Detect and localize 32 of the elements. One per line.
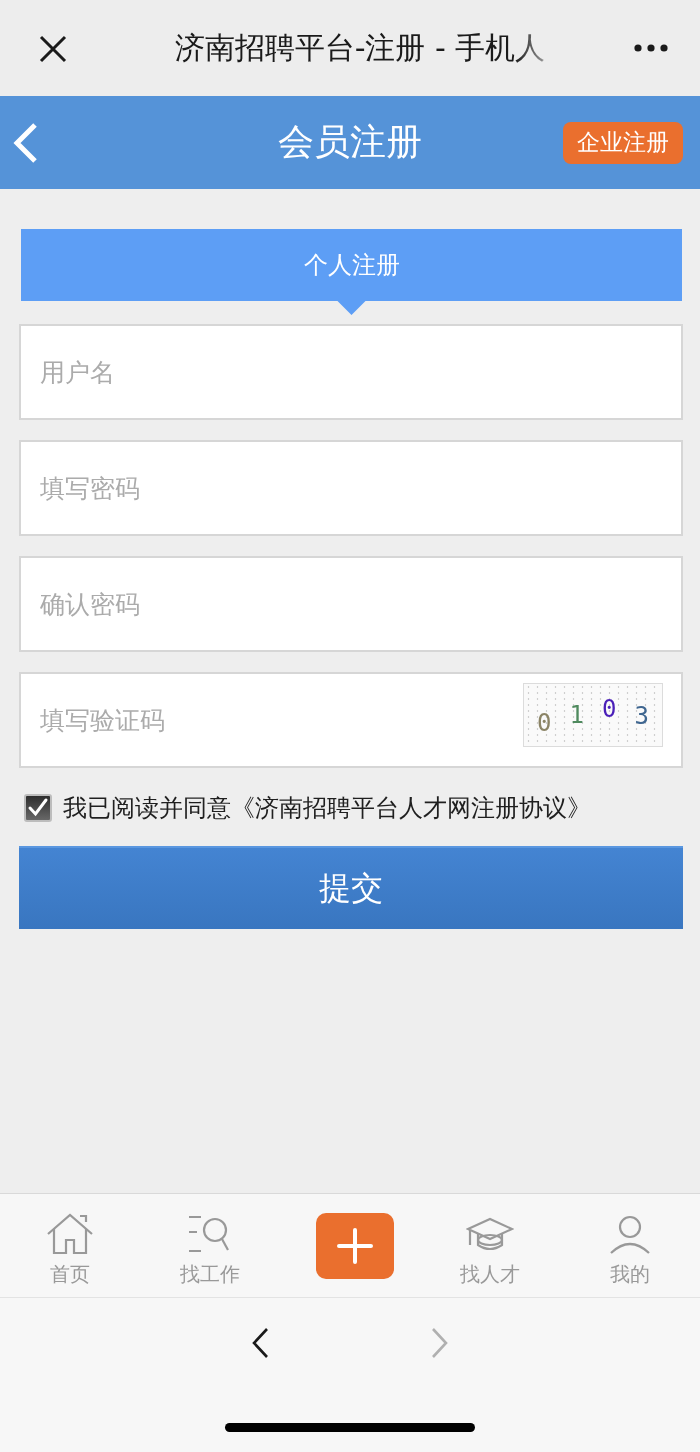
captcha-character: 3 bbox=[634, 704, 649, 728]
page-title: 济南招聘平台-注册 - 手机人 bbox=[174, 28, 546, 67]
tab[interactable]: 个人注册 bbox=[21, 229, 682, 315]
chevron-left-icon bbox=[251, 1327, 270, 1359]
browser-back-button[interactable] bbox=[251, 1327, 270, 1359]
agreement-text: 我已阅读并同意《济南招聘平台人才网注册协议》 bbox=[63, 793, 591, 824]
nav-tab[interactable]: 首页 bbox=[46, 1203, 94, 1288]
person-icon bbox=[609, 1214, 651, 1255]
captcha-character: 1 bbox=[569, 703, 584, 727]
nav-tab[interactable]: 找工作 bbox=[180, 1203, 240, 1288]
more-icon bbox=[634, 44, 668, 52]
captcha-image[interactable]: 0 1 0 3 bbox=[523, 683, 663, 747]
close-icon bbox=[39, 35, 67, 63]
close-button[interactable] bbox=[39, 35, 67, 63]
company-register-button[interactable]: 企业注册 bbox=[563, 121, 683, 164]
nav-tab[interactable]: 找人才 bbox=[460, 1203, 520, 1288]
back-icon bbox=[12, 121, 38, 164]
header-title: 会员注册 bbox=[278, 120, 422, 164]
back-button[interactable] bbox=[12, 121, 38, 164]
add-button[interactable] bbox=[316, 1212, 394, 1279]
checkbox[interactable] bbox=[24, 794, 52, 822]
more-button[interactable] bbox=[634, 44, 668, 52]
home-icon bbox=[46, 1212, 94, 1255]
chevron-right-icon bbox=[430, 1327, 449, 1359]
captcha-character: 0 bbox=[602, 697, 617, 721]
password-field[interactable]: 填写密码 bbox=[19, 440, 683, 536]
captcha-character: 0 bbox=[537, 711, 552, 735]
submit-button[interactable]: 提交 bbox=[19, 846, 683, 929]
nav-tab[interactable]: 我的 bbox=[609, 1203, 651, 1288]
plus-icon bbox=[337, 1227, 373, 1264]
password-field[interactable]: 确认密码 bbox=[19, 556, 683, 652]
username-field[interactable]: 用户名 bbox=[19, 324, 683, 420]
